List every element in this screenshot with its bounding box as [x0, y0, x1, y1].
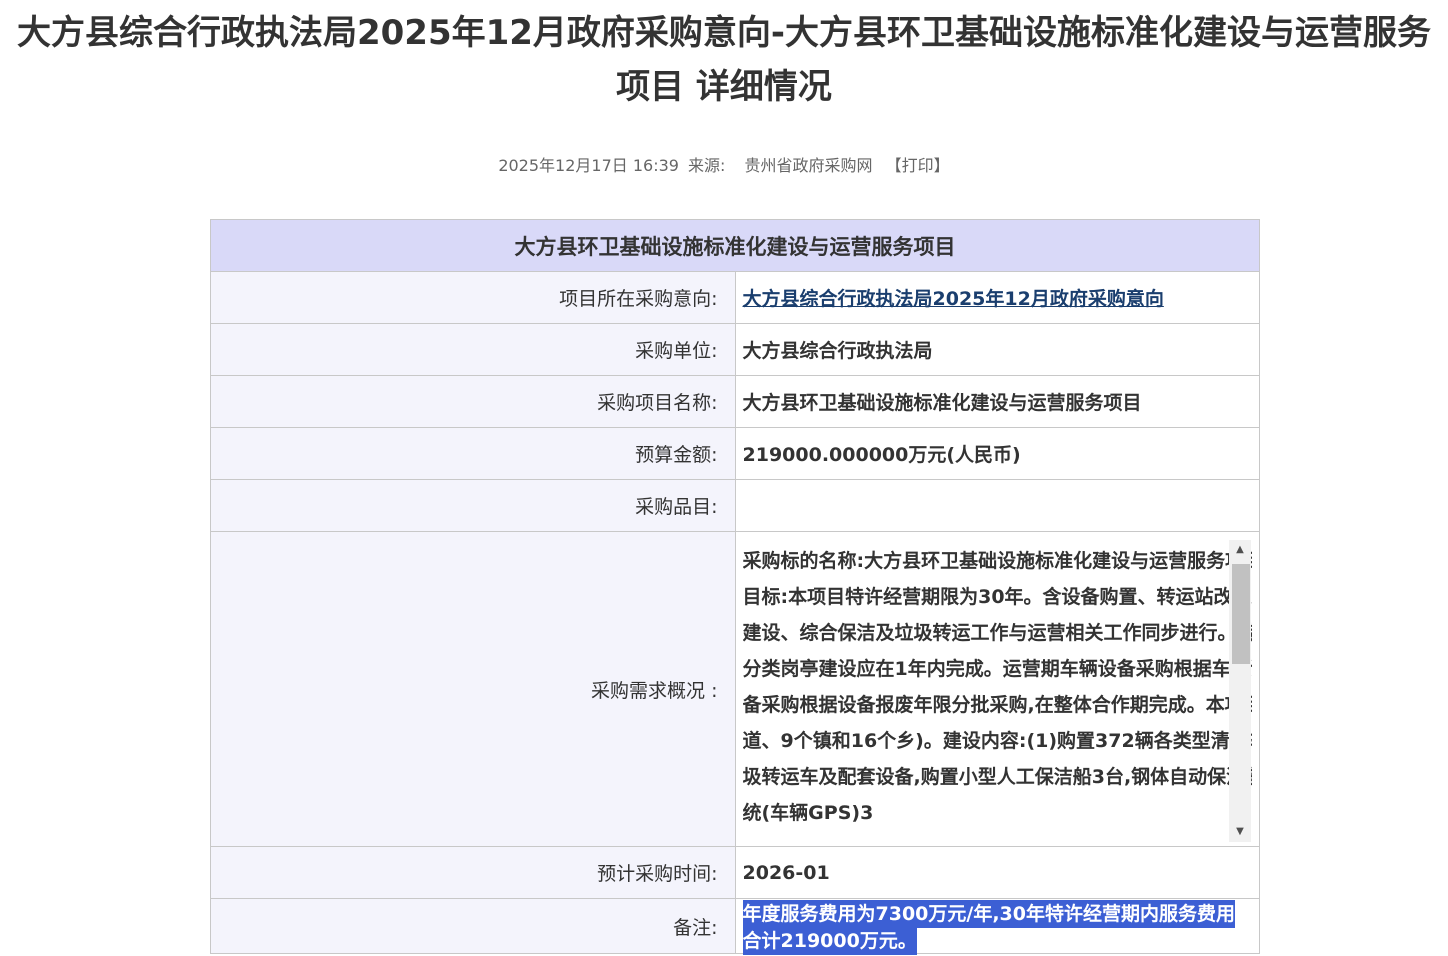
description-text: 采购标的名称:大方县环卫基础设施标准化建设与运营服务项目采购标的数量:1 采购需…: [742, 550, 1253, 824]
article-meta: 2025年12月17日 16:39 来源: 贵州省政府采购网 【打印】: [0, 154, 1448, 178]
table-header-row: 大方县环卫基础设施标准化建设与运营服务项目: [210, 219, 1260, 272]
description-label: 采购需求概况 :: [210, 531, 736, 847]
source-label: 来源:: [688, 156, 726, 175]
remark-value: 年度服务费用为7300万元/年,30年特许经营期内服务费用合计219000万元。: [742, 900, 1235, 955]
description-scroll-area[interactable]: 采购标的名称:大方县环卫基础设施标准化建设与运营服务项目采购标的数量:1 采购需…: [742, 540, 1253, 842]
source-value: 贵州省政府采购网: [744, 156, 873, 175]
budget-label: 预算金额:: [210, 427, 736, 480]
table-row: 采购单位: 大方县综合行政执法局: [210, 323, 1260, 376]
intent-value-cell: 大方县综合行政执法局2025年12月政府采购意向: [734, 271, 1260, 324]
remark-label: 备注:: [210, 898, 736, 954]
budget-value: 219000.000000万元(人民币): [734, 427, 1260, 480]
planned-time-value: 2026-01: [734, 846, 1260, 899]
table-row: 备注: 年度服务费用为7300万元/年,30年特许经营期内服务费用合计21900…: [210, 898, 1260, 955]
table-row: 预算金额: 219000.000000万元(人民币): [210, 427, 1260, 480]
description-scrollbar[interactable]: ▲ ▼: [1229, 540, 1251, 842]
table-row: 采购项目名称: 大方县环卫基础设施标准化建设与运营服务项目: [210, 375, 1260, 428]
table-header: 大方县环卫基础设施标准化建设与运营服务项目: [210, 219, 1260, 272]
page-title: 大方县综合行政执法局2025年12月政府采购意向-大方县环卫基础设施标准化建设与…: [16, 13, 1432, 107]
print-link[interactable]: 【打印】: [886, 156, 950, 175]
project-name-label: 采购项目名称:: [210, 375, 736, 428]
project-name-value: 大方县环卫基础设施标准化建设与运营服务项目: [734, 375, 1260, 428]
table-row: 项目所在采购意向: 大方县综合行政执法局2025年12月政府采购意向: [210, 271, 1260, 324]
unit-value: 大方县综合行政执法局: [734, 323, 1260, 376]
table-row: 采购需求概况 : 采购标的名称:大方县环卫基础设施标准化建设与运营服务项目采购标…: [210, 531, 1260, 847]
scroll-down-arrow-icon[interactable]: ▼: [1229, 822, 1251, 842]
scroll-up-arrow-icon[interactable]: ▲: [1229, 540, 1251, 560]
detail-table: 大方县环卫基础设施标准化建设与运营服务项目 项目所在采购意向: 大方县综合行政执…: [210, 219, 1260, 955]
unit-label: 采购单位:: [210, 323, 736, 376]
table-row: 采购品目:: [210, 479, 1260, 532]
planned-time-label: 预计采购时间:: [210, 846, 736, 899]
items-label: 采购品目:: [210, 479, 736, 532]
scroll-thumb[interactable]: [1232, 564, 1250, 664]
items-value: [734, 479, 1260, 532]
intent-link[interactable]: 大方县综合行政执法局2025年12月政府采购意向: [743, 288, 1164, 310]
publish-datetime: 2025年12月17日 16:39: [498, 156, 679, 175]
remark-cell: 年度服务费用为7300万元/年,30年特许经营期内服务费用合计219000万元。: [734, 898, 1260, 955]
description-cell: 采购标的名称:大方县环卫基础设施标准化建设与运营服务项目采购标的数量:1 采购需…: [734, 531, 1260, 847]
table-row: 预计采购时间: 2026-01: [210, 846, 1260, 899]
intent-label: 项目所在采购意向:: [210, 271, 736, 324]
